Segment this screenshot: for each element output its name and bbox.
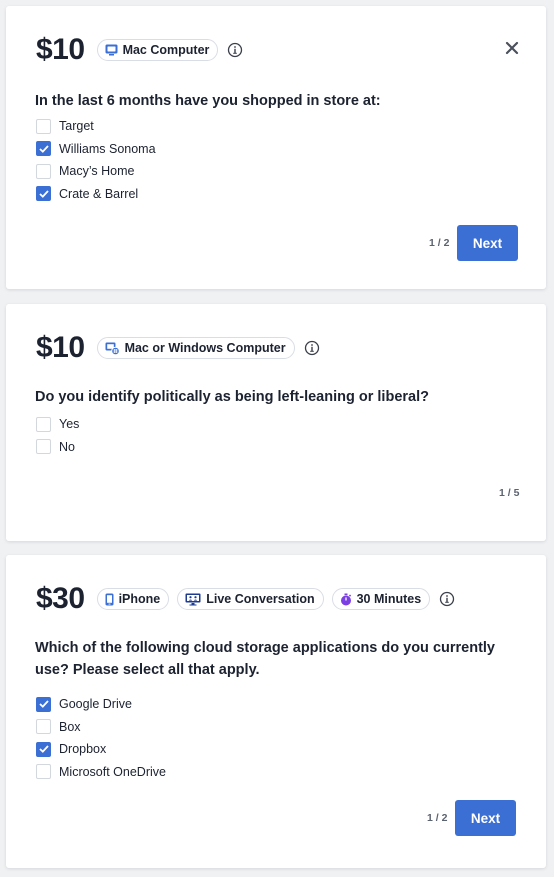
option-google-drive[interactable]: Google Drive (36, 693, 166, 716)
page-indicator: 1 / 2 (427, 812, 448, 824)
requirement-tag-label: Live Conversation (206, 592, 315, 606)
close-icon[interactable] (504, 40, 520, 56)
stopwatch-icon (340, 593, 352, 606)
requirement-tag: Mac or Windows Computer (96, 337, 295, 359)
option-yes[interactable]: Yes (36, 413, 79, 436)
option-box[interactable]: Box (36, 716, 166, 739)
page-indicator: 1 / 2 (429, 237, 450, 249)
checkbox[interactable] (36, 118, 51, 134)
option-label: Google Drive (59, 697, 132, 712)
next-button[interactable]: Next (455, 800, 516, 836)
checkbox[interactable] (36, 719, 51, 735)
checkbox[interactable] (36, 764, 51, 780)
mac-computer-icon (105, 44, 118, 56)
checkbox-checked[interactable] (36, 696, 51, 712)
checkbox[interactable] (36, 439, 51, 455)
reward-amount: $10 (36, 331, 85, 364)
option-williams-sonoma[interactable]: Williams Sonoma (36, 138, 156, 161)
survey-question: In the last 6 months have you shopped in… (35, 93, 381, 109)
option-microsoft-onedrive[interactable]: Microsoft OneDrive (36, 761, 166, 784)
checkbox-checked[interactable] (36, 186, 51, 202)
option-target[interactable]: Target (36, 115, 156, 138)
checkbox-checked[interactable] (36, 741, 51, 757)
option-list: Yes No (36, 413, 79, 458)
next-button[interactable]: Next (457, 225, 518, 261)
reward-amount: $10 (36, 33, 85, 66)
page-indicator: 1 / 5 (499, 487, 520, 499)
option-crate-and-barrel[interactable]: Crate & Barrel (36, 183, 156, 206)
requirement-tag: iPhone (96, 588, 170, 610)
live-conversation-icon (185, 593, 201, 606)
info-icon[interactable] (304, 340, 320, 356)
requirement-tag-label: iPhone (118, 592, 161, 606)
info-icon[interactable] (439, 591, 455, 607)
option-label: Yes (59, 417, 80, 432)
option-label: Microsoft OneDrive (59, 764, 166, 779)
option-label: No (59, 439, 75, 454)
option-label: Crate & Barrel (59, 186, 139, 201)
option-label: Dropbox (59, 742, 107, 757)
checkbox-checked[interactable] (36, 141, 51, 157)
checkbox[interactable] (36, 163, 51, 179)
requirement-tag-label: 30 Minutes (356, 592, 422, 606)
card-header: $30 iPhone Live Conversation 30 Minutes (36, 582, 455, 616)
card-header: $10 Mac Computer (36, 33, 243, 67)
option-label: Macy’s Home (59, 164, 135, 179)
requirement-tag: Live Conversation (177, 588, 324, 610)
option-no[interactable]: No (36, 436, 79, 459)
option-label: Williams Sonoma (59, 141, 156, 156)
option-list: Target Williams Sonoma Macy’s Home Crate… (36, 115, 156, 205)
option-macys-home[interactable]: Macy’s Home (36, 160, 156, 183)
survey-question: Which of the following cloud storage app… (35, 640, 495, 678)
study-card-2: $10 Mac or Windows Computer Do you ident… (6, 304, 546, 541)
study-card-3: $30 iPhone Live Conversation 30 Minutes … (6, 555, 546, 868)
iphone-icon (105, 593, 114, 606)
card-header: $10 Mac or Windows Computer (36, 331, 320, 365)
requirement-tag-label: Mac or Windows Computer (124, 341, 286, 355)
requirement-tag: Mac Computer (96, 39, 219, 61)
requirement-tag: 30 Minutes (331, 588, 431, 610)
study-card-1: $10 Mac Computer In the last 6 months ha… (6, 6, 546, 289)
checkbox[interactable] (36, 416, 51, 432)
option-label: Target (59, 119, 94, 134)
option-dropbox[interactable]: Dropbox (36, 738, 166, 761)
option-label: Box (59, 719, 81, 734)
info-icon[interactable] (227, 42, 243, 58)
survey-question: Do you identify politically as being lef… (35, 389, 429, 405)
option-list: Google Drive Box Dropbox Microsoft OneDr… (36, 693, 166, 783)
reward-amount: $30 (36, 582, 85, 615)
mac-or-windows-icon (105, 342, 120, 355)
requirement-tag-label: Mac Computer (122, 43, 210, 57)
